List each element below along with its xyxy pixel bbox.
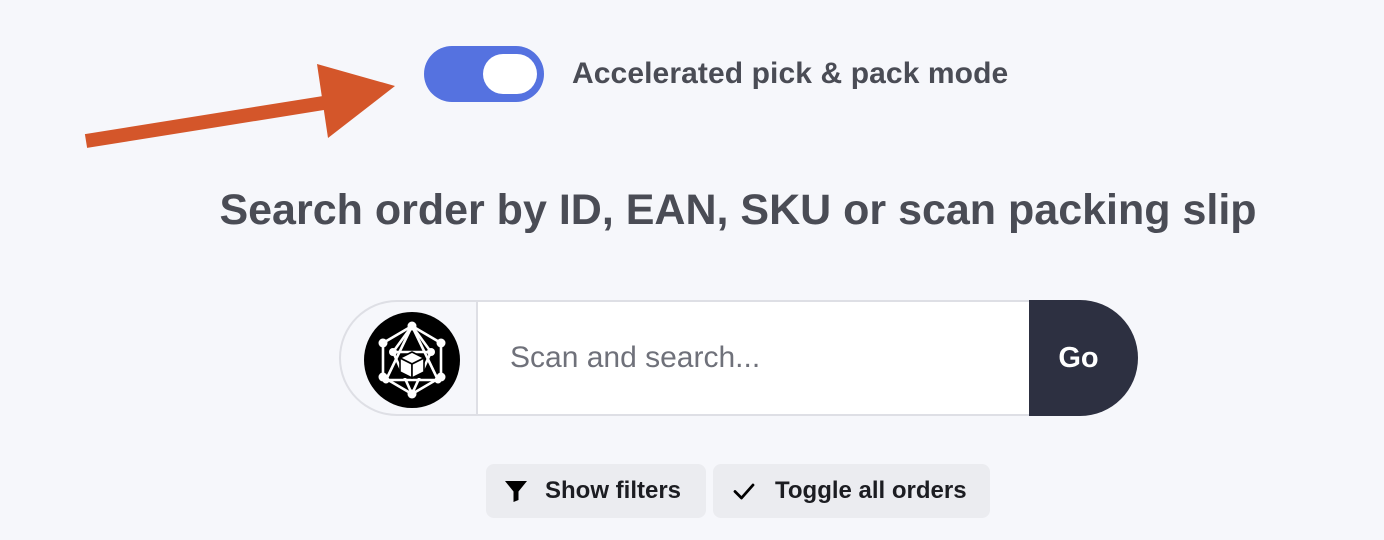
accelerated-mode-label: Accelerated pick & pack mode (572, 57, 1009, 90)
filter-icon (505, 481, 527, 502)
show-filters-button[interactable]: Show filters (486, 464, 706, 518)
show-filters-label: Show filters (545, 477, 682, 504)
page-title: Search order by ID, EAN, SKU or scan pac… (219, 186, 1257, 234)
accelerated-mode-toggle[interactable] (424, 46, 544, 102)
annotation-arrow-icon (84, 64, 395, 148)
toggle-knob (483, 54, 537, 94)
search-bar: Go (339, 300, 1138, 416)
toggle-all-orders-label: Toggle all orders (775, 477, 967, 504)
action-buttons: Show filters Toggle all orders (486, 464, 990, 518)
search-input[interactable] (477, 300, 1029, 416)
toggle-all-orders-button[interactable]: Toggle all orders (713, 464, 990, 518)
accelerated-mode-row: Accelerated pick & pack mode (424, 46, 1008, 102)
go-button[interactable]: Go (1029, 300, 1138, 416)
checkmark-icon (733, 483, 755, 500)
scanner-cube-icon (364, 312, 460, 408)
scan-button[interactable] (339, 300, 477, 416)
